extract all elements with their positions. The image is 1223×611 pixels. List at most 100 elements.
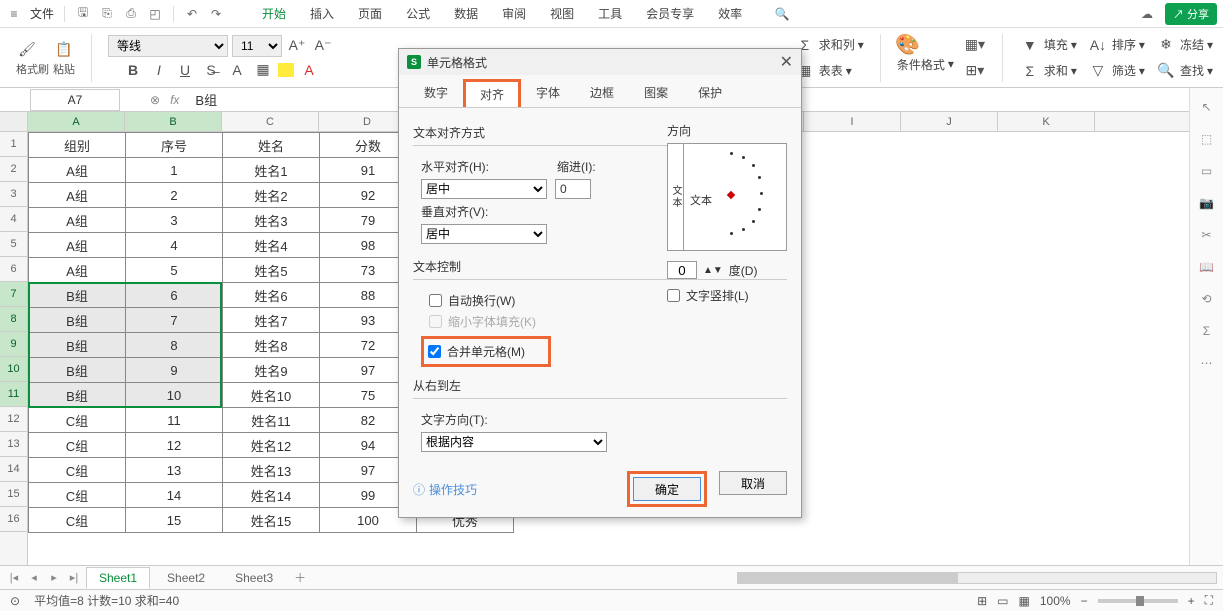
cell[interactable]: 姓名3 — [223, 208, 320, 233]
sheet-tab[interactable]: Sheet2 — [154, 567, 218, 589]
row-header[interactable]: 5 — [0, 232, 27, 257]
tab-page[interactable]: 页面 — [346, 0, 394, 28]
cell[interactable]: 姓名14 — [223, 483, 320, 508]
camera-icon[interactable]: 📷 — [1198, 194, 1216, 212]
cell[interactable]: 姓名11 — [223, 408, 320, 433]
italic-icon[interactable]: I — [148, 59, 170, 81]
col-header[interactable]: B — [125, 112, 222, 131]
math-icon[interactable]: Σ — [1198, 322, 1216, 340]
dlg-tab-align[interactable]: 对齐 — [463, 79, 521, 107]
dial-handle[interactable] — [727, 191, 735, 199]
cell[interactable]: 姓名8 — [223, 333, 320, 358]
cond-format-icon[interactable]: 🎨 — [897, 34, 919, 56]
row-header[interactable]: 9 — [0, 332, 27, 357]
orientation-preview[interactable]: 文本 文本 — [667, 143, 787, 251]
cloud-icon[interactable]: ☁ — [1139, 6, 1155, 22]
merge-checkbox[interactable]: 合并单元格(M) — [428, 343, 544, 360]
h-align-select[interactable]: 居中 — [421, 179, 547, 199]
select-all-corner[interactable] — [0, 112, 27, 132]
v-align-select[interactable]: 居中 — [421, 224, 547, 244]
col-header[interactable]: A — [28, 112, 125, 131]
fill-color-icon[interactable] — [278, 63, 294, 77]
name-box[interactable]: A7 — [30, 89, 120, 111]
share-button[interactable]: ↗ 分享 — [1165, 3, 1217, 25]
filter-dropdown[interactable]: ▽筛选 ▾ — [1087, 60, 1145, 82]
zoom-in-icon[interactable]: + — [1188, 594, 1195, 608]
first-sheet-icon[interactable]: |◂ — [6, 570, 22, 586]
cell[interactable]: 姓名13 — [223, 458, 320, 483]
dlg-tab-border[interactable]: 边框 — [575, 79, 629, 107]
dlg-tab-number[interactable]: 数字 — [409, 79, 463, 107]
cell[interactable]: C组 — [29, 508, 126, 533]
tab-formula[interactable]: 公式 — [394, 0, 442, 28]
select-icon[interactable]: ⬚ — [1198, 130, 1216, 148]
fx-label[interactable]: fx — [170, 93, 179, 107]
vertical-text-preview[interactable]: 文本 — [668, 144, 684, 250]
degree-input[interactable] — [667, 261, 697, 279]
row-header[interactable]: 12 — [0, 407, 27, 432]
cell[interactable]: A组 — [29, 183, 126, 208]
cancel-button[interactable]: 取消 — [719, 471, 787, 495]
row-header[interactable]: 2 — [0, 157, 27, 182]
tab-view[interactable]: 视图 — [538, 0, 586, 28]
font-name-select[interactable]: 等线 — [108, 35, 228, 57]
cell[interactable]: 姓名10 — [223, 383, 320, 408]
cell[interactable]: 10 — [126, 383, 223, 408]
cell[interactable]: 姓名7 — [223, 308, 320, 333]
cursor-icon[interactable]: ↖ — [1198, 98, 1216, 116]
cell[interactable]: 9 — [126, 358, 223, 383]
cell[interactable]: 姓名2 — [223, 183, 320, 208]
cell[interactable]: B组 — [29, 283, 126, 308]
cell[interactable]: 姓名9 — [223, 358, 320, 383]
increase-font-icon[interactable]: A⁺ — [286, 35, 308, 57]
font-color-icon[interactable]: A — [298, 59, 320, 81]
cell[interactable]: 4 — [126, 233, 223, 258]
view-page-icon[interactable]: ▭ — [997, 594, 1008, 608]
print-icon[interactable]: ⎙ — [123, 6, 139, 22]
sheet-tab[interactable]: Sheet3 — [222, 567, 286, 589]
cell[interactable]: 13 — [126, 458, 223, 483]
zoom-out-icon[interactable]: − — [1081, 594, 1088, 608]
table-dropdown[interactable]: ▦表表 ▾ — [794, 60, 864, 82]
dlg-tab-pattern[interactable]: 图案 — [629, 79, 683, 107]
cell[interactable]: 6 — [126, 283, 223, 308]
font-style-icon[interactable]: A — [226, 59, 248, 81]
format-icon[interactable]: ⊞▾ — [964, 60, 986, 82]
sort-dropdown[interactable]: A↓排序 ▾ — [1087, 34, 1145, 56]
cell[interactable]: 姓名15 — [223, 508, 320, 533]
font-size-select[interactable]: 11 — [232, 35, 282, 57]
cell[interactable]: A组 — [29, 233, 126, 258]
save-icon[interactable]: 🖫 — [75, 6, 91, 22]
cell[interactable]: 姓名5 — [223, 258, 320, 283]
cell[interactable]: C组 — [29, 433, 126, 458]
last-sheet-icon[interactable]: ▸| — [66, 570, 82, 586]
dialog-titlebar[interactable]: S 单元格格式 ✕ — [399, 49, 801, 75]
next-sheet-icon[interactable]: ▸ — [46, 570, 62, 586]
row-header[interactable]: 3 — [0, 182, 27, 207]
find-dropdown[interactable]: 🔍查找 ▾ — [1155, 60, 1213, 82]
col-header[interactable]: I — [804, 112, 901, 131]
tab-start[interactable]: 开始 — [250, 0, 298, 28]
strike-icon[interactable]: S̶ — [200, 59, 222, 81]
close-icon[interactable]: ✕ — [780, 52, 793, 72]
row-header[interactable]: 8 — [0, 307, 27, 332]
menu-icon[interactable]: ≡ — [6, 6, 22, 22]
undo-icon[interactable]: ↶ — [184, 6, 200, 22]
cell[interactable]: 2 — [126, 183, 223, 208]
tab-tools[interactable]: 工具 — [586, 0, 634, 28]
cell[interactable]: 8 — [126, 333, 223, 358]
border-icon[interactable]: ▦ — [252, 59, 274, 81]
col-header[interactable]: C — [222, 112, 319, 131]
cell[interactable]: C组 — [29, 408, 126, 433]
tab-review[interactable]: 审阅 — [490, 0, 538, 28]
cell[interactable]: 姓名4 — [223, 233, 320, 258]
cell[interactable]: 15 — [126, 508, 223, 533]
fill-dropdown[interactable]: ▼填充 ▾ — [1019, 34, 1077, 56]
ok-button[interactable]: 确定 — [633, 477, 701, 501]
view-normal-icon[interactable]: ⊞ — [977, 594, 987, 608]
zoom-thumb[interactable] — [1136, 596, 1144, 606]
text-dir-select[interactable]: 根据内容 — [421, 432, 607, 452]
file-menu[interactable]: 文件 — [30, 5, 54, 22]
print-preview-icon[interactable]: ◰ — [147, 6, 163, 22]
tab-efficiency[interactable]: 效率 — [706, 0, 754, 28]
